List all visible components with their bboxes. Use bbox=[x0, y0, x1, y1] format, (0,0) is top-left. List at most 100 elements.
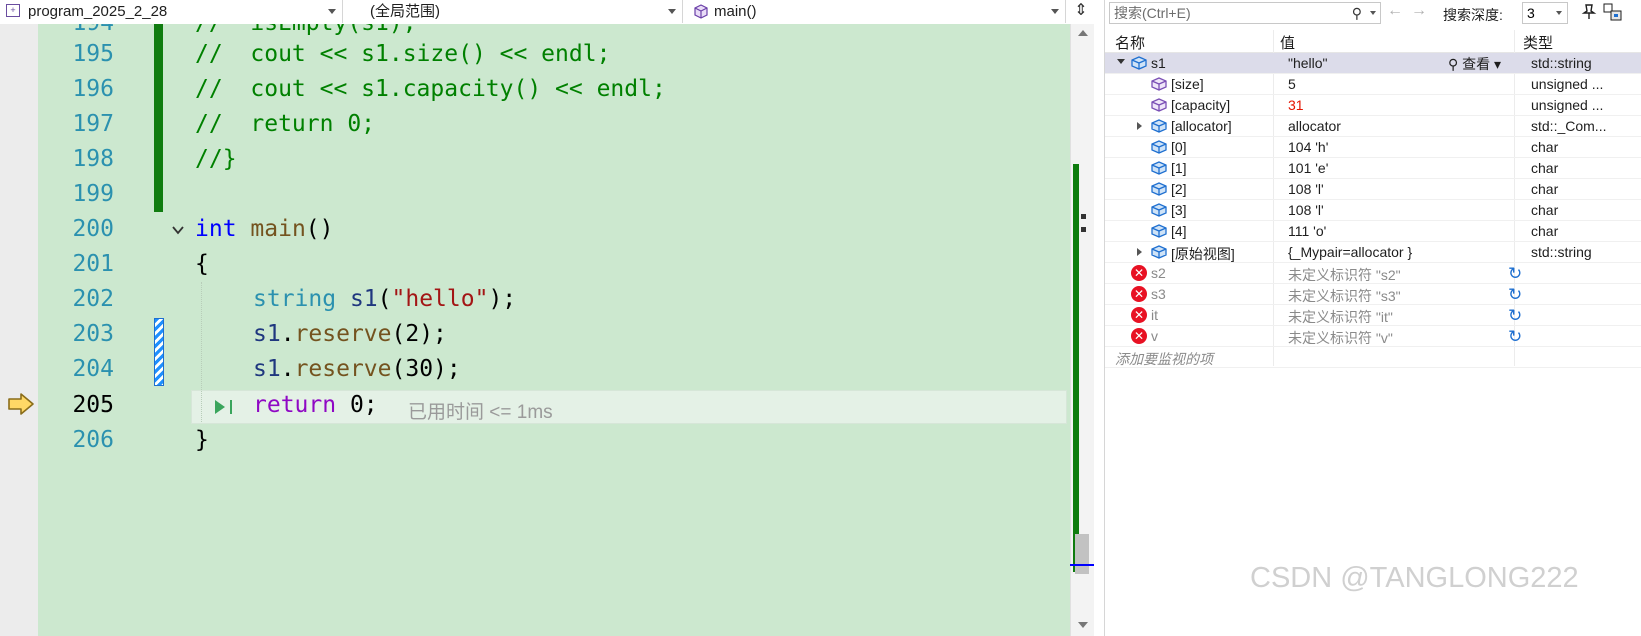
clipped-line-194: 194 // isEmpty(s1); bbox=[38, 24, 1070, 42]
watch-row-char[interactable]: [3] 108 'l' char bbox=[1105, 200, 1641, 221]
collapse-chevron-icon[interactable] bbox=[170, 222, 186, 238]
search-depth-select[interactable]: 3 bbox=[1522, 2, 1568, 24]
watch-value[interactable]: 101 'e' bbox=[1288, 160, 1328, 176]
vertical-scrollbar[interactable] bbox=[1070, 24, 1094, 636]
line-number: 206 bbox=[72, 427, 114, 453]
pin-icon[interactable] bbox=[1580, 3, 1598, 21]
watch-row-char[interactable]: [4] 111 'o' char bbox=[1105, 221, 1641, 242]
watch-row-raw-view[interactable]: [原始视图] {_Mypair=allocator } std::string bbox=[1105, 242, 1641, 263]
run-to-cursor-icon[interactable] bbox=[212, 397, 238, 417]
add-watch-row[interactable]: 添加要监视的项 bbox=[1105, 347, 1641, 368]
watch-name: s1 bbox=[1151, 55, 1166, 71]
watch-row-error[interactable]: ✕ s2 未定义标识符 "s2" ↻ bbox=[1105, 263, 1641, 284]
scroll-down-icon[interactable] bbox=[1078, 622, 1088, 628]
watch-name: s3 bbox=[1151, 286, 1166, 302]
project-name: program_2025_2_28 bbox=[28, 3, 168, 20]
watch-row-capacity[interactable]: [capacity] 31 unsigned ... bbox=[1105, 95, 1641, 116]
variable-cube-icon bbox=[1151, 203, 1167, 217]
code-line-202: string s1("hello"); bbox=[253, 286, 517, 312]
watch-name: [size] bbox=[1171, 76, 1204, 92]
column-value-header[interactable]: 值 bbox=[1280, 32, 1295, 53]
project-dropdown[interactable]: + program_2025_2_28 bbox=[0, 0, 343, 23]
watch-value: 未定义标识符 "s2" bbox=[1288, 267, 1401, 283]
watch-value[interactable]: "hello" bbox=[1288, 55, 1328, 71]
watermark: CSDN @TANGLONG222 bbox=[1250, 562, 1579, 594]
chevron-down-icon[interactable] bbox=[1370, 11, 1376, 15]
code-brace-open: { bbox=[195, 251, 209, 277]
watch-row-s1[interactable]: s1 "hello" ⚲ 查看 ▾ std::string bbox=[1105, 53, 1641, 74]
error-icon: ✕ bbox=[1131, 265, 1147, 281]
watch-name: [allocator] bbox=[1171, 118, 1232, 134]
watch-row-char[interactable]: [1] 101 'e' char bbox=[1105, 158, 1641, 179]
watch-row-char[interactable]: [2] 108 'l' char bbox=[1105, 179, 1641, 200]
caret-position-marker bbox=[1070, 564, 1094, 566]
search-depth-label: 搜索深度: bbox=[1443, 7, 1503, 23]
watch-value[interactable]: allocator bbox=[1288, 118, 1341, 134]
refresh-icon[interactable]: ↻ bbox=[1508, 328, 1522, 345]
search-input[interactable]: 搜索(Ctrl+E) ⚲ bbox=[1109, 2, 1381, 24]
watch-type: char bbox=[1531, 181, 1559, 197]
refresh-icon[interactable]: ↻ bbox=[1508, 307, 1522, 324]
code-line-main: int main() bbox=[195, 216, 334, 242]
watch-value[interactable]: 108 'l' bbox=[1288, 202, 1324, 218]
scroll-thumb[interactable] bbox=[1075, 534, 1089, 574]
code-editor: + program_2025_2_28 (全局范围) main() ⇕ 194 … bbox=[0, 0, 1094, 636]
watch-value[interactable]: 108 'l' bbox=[1288, 181, 1324, 197]
expand-down-icon[interactable] bbox=[1117, 59, 1125, 64]
watch-value[interactable]: 104 'h' bbox=[1288, 139, 1328, 155]
watch-value-changed[interactable]: 31 bbox=[1288, 97, 1304, 113]
watch-value: 未定义标识符 "s3" bbox=[1288, 288, 1401, 304]
expand-right-icon[interactable] bbox=[1137, 248, 1142, 256]
scope-dropdown[interactable]: (全局范围) bbox=[346, 0, 683, 23]
watch-row-error[interactable]: ✕ it 未定义标识符 "it" ↻ bbox=[1105, 305, 1641, 326]
code-comment: //} bbox=[195, 146, 237, 172]
watch-name: [capacity] bbox=[1171, 97, 1231, 113]
watch-type: unsigned ... bbox=[1531, 97, 1604, 113]
watch-value[interactable]: 111 'o' bbox=[1288, 223, 1326, 239]
scroll-up-icon[interactable] bbox=[1078, 30, 1088, 36]
watch-row-size[interactable]: [size] 5 unsigned ... bbox=[1105, 74, 1641, 95]
forward-arrow-icon[interactable]: → bbox=[1411, 2, 1427, 20]
member-dropdown[interactable]: main() bbox=[686, 0, 1066, 23]
indent-guide bbox=[201, 282, 202, 422]
perf-tip[interactable]: 已用时间 <= 1ms bbox=[408, 397, 553, 424]
refresh-icon[interactable]: ↻ bbox=[1508, 265, 1522, 282]
watch-name: [0] bbox=[1171, 139, 1187, 155]
saved-changes-bar bbox=[154, 24, 163, 212]
line-number: 198 bbox=[72, 146, 114, 172]
variable-cube-icon bbox=[1151, 245, 1167, 259]
line-number-current: 205 bbox=[72, 392, 114, 418]
watch-value[interactable]: 5 bbox=[1288, 76, 1296, 92]
variable-cube-icon bbox=[1131, 56, 1147, 70]
column-name-header[interactable]: 名称 bbox=[1115, 32, 1145, 53]
view-layout-icon[interactable] bbox=[1603, 3, 1623, 21]
watch-row-error[interactable]: ✕ v 未定义标识符 "v" ↻ bbox=[1105, 326, 1641, 347]
property-cube-icon bbox=[1151, 98, 1167, 112]
variable-cube-icon bbox=[1151, 224, 1167, 238]
watch-name: [原始视图] bbox=[1171, 246, 1235, 262]
expand-right-icon[interactable] bbox=[1137, 122, 1142, 130]
search-icon[interactable]: ⚲ bbox=[1352, 3, 1362, 23]
visualizer-button[interactable]: ⚲ 查看 ▾ bbox=[1448, 54, 1501, 74]
watch-type: char bbox=[1531, 160, 1559, 176]
member-label: main() bbox=[714, 3, 757, 20]
watch-row-char[interactable]: [0] 104 'h' char bbox=[1105, 137, 1641, 158]
code-comment: // return 0; bbox=[195, 111, 376, 137]
marker bbox=[1081, 214, 1086, 219]
line-number: 201 bbox=[72, 251, 114, 277]
watch-value[interactable]: {_Mypair=allocator } bbox=[1288, 244, 1412, 260]
refresh-icon[interactable]: ↻ bbox=[1508, 286, 1522, 303]
watch-row-allocator[interactable]: [allocator] allocator std::_Com... bbox=[1105, 116, 1641, 137]
line-number: 204 bbox=[72, 356, 114, 382]
watch-type: std::string bbox=[1531, 55, 1592, 71]
add-watch-placeholder[interactable]: 添加要监视的项 bbox=[1115, 349, 1213, 369]
split-window-button[interactable]: ⇕ bbox=[1068, 0, 1094, 23]
column-type-header[interactable]: 类型 bbox=[1523, 32, 1553, 53]
chevron-down-icon bbox=[1051, 9, 1059, 14]
code-area[interactable] bbox=[38, 24, 1070, 636]
back-arrow-icon[interactable]: ← bbox=[1387, 2, 1403, 20]
chevron-down-icon bbox=[328, 9, 336, 14]
watch-row-error[interactable]: ✕ s3 未定义标识符 "s3" ↻ bbox=[1105, 284, 1641, 305]
watch-name: [3] bbox=[1171, 202, 1187, 218]
watch-name: [2] bbox=[1171, 181, 1187, 197]
